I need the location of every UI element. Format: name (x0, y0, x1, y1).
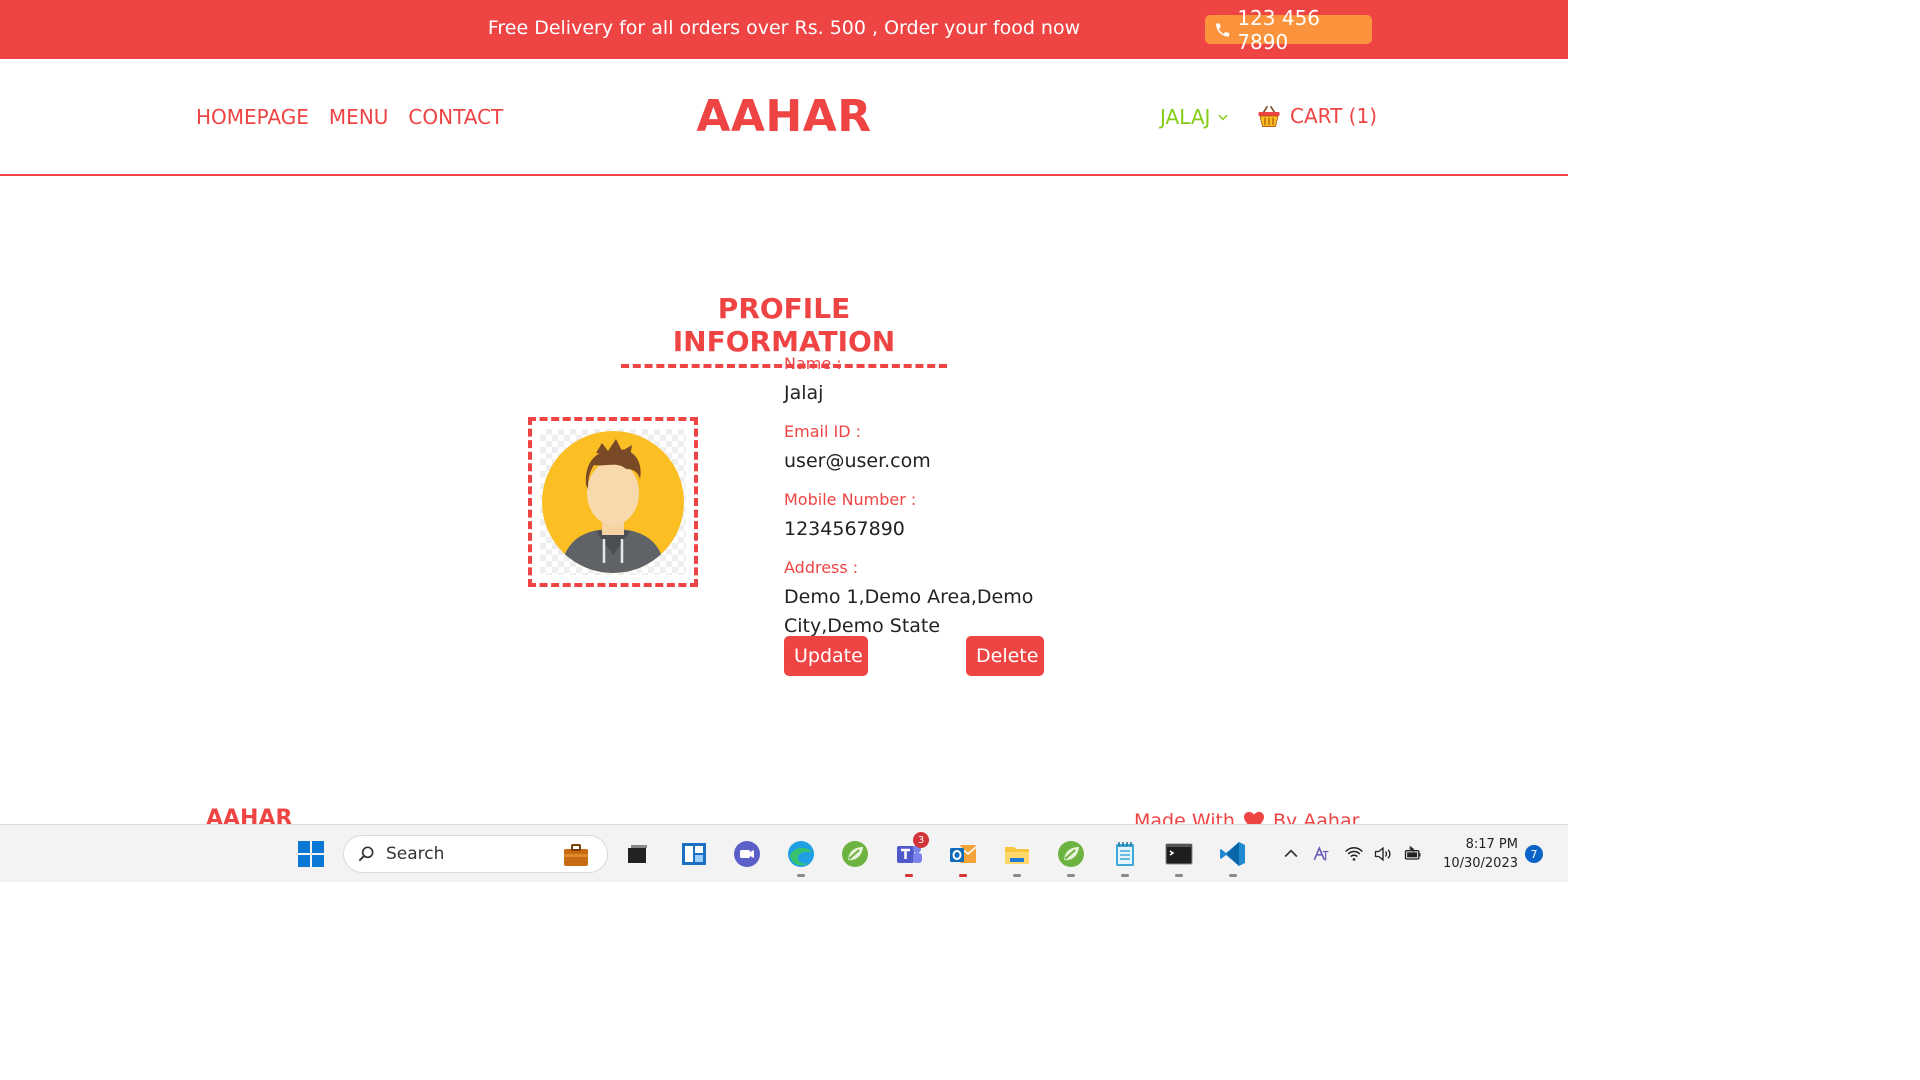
user-name: JALAJ (1160, 105, 1211, 129)
outlook-app[interactable] (946, 837, 980, 877)
wifi-icon (1345, 847, 1363, 861)
vscode-icon (1220, 842, 1245, 866)
folder-icon (1005, 847, 1029, 864)
volume-control[interactable] (1373, 837, 1393, 871)
terminal-icon (1165, 843, 1193, 865)
edge-icon (788, 841, 814, 867)
cart-link[interactable]: CART (1) (1256, 103, 1377, 129)
terminal-app[interactable] (1162, 837, 1196, 877)
spring-leaf-icon (842, 841, 868, 867)
video-chat-icon (734, 841, 760, 867)
site-header: HOMEPAGE MENU CONTACT AAHAR JALAJ CART (… (0, 59, 1568, 176)
taskbar: Search 3 8:17 PM 10/30/2023 7 (0, 824, 1568, 882)
mobile-value: 1234567890 (784, 518, 905, 540)
speaker-icon (1374, 846, 1391, 862)
phone-chip[interactable]: 123 456 7890 (1205, 6, 1372, 54)
taskbar-search[interactable]: Search (343, 835, 608, 873)
running-indicator (797, 874, 805, 877)
running-indicator (905, 874, 913, 877)
meet-app[interactable] (730, 837, 764, 871)
outlook-icon (950, 845, 977, 863)
notepad-icon (1116, 842, 1134, 866)
task-view-icon (628, 845, 647, 863)
delete-button[interactable]: Delete (966, 636, 1044, 676)
mobile-label: Mobile Number : (784, 490, 917, 509)
basket-icon (1258, 105, 1280, 127)
battery-status[interactable] (1403, 837, 1423, 871)
edge-browser[interactable] (784, 837, 818, 877)
spring-tool-app[interactable] (838, 837, 872, 871)
phone-icon (1216, 23, 1230, 36)
start-button[interactable] (294, 837, 328, 871)
show-hidden-icons[interactable] (1281, 837, 1301, 871)
windows-icon (298, 841, 324, 867)
name-value: Jalaj (784, 382, 824, 404)
teams-app[interactable]: 3 (892, 832, 929, 877)
clock-time: 8:17 PM (1465, 837, 1518, 852)
running-indicator (1229, 874, 1237, 877)
address-value: Demo 1,Demo Area,Demo City,Demo State (784, 586, 1034, 637)
chevron-down-icon (1218, 114, 1229, 121)
teams-badge: 3 (913, 832, 929, 848)
running-indicator (1175, 874, 1183, 877)
cart-label: CART (1) (1290, 104, 1377, 128)
clock-date: 10/30/2023 (1443, 856, 1518, 871)
promo-bar: Free Delivery for all orders over Rs. 50… (0, 0, 1568, 59)
address-label: Address : (784, 558, 859, 577)
vscode-app[interactable] (1216, 837, 1250, 877)
name-label: Name : (784, 354, 842, 373)
spring-leaf-icon (1058, 841, 1084, 867)
search-icon (358, 846, 374, 862)
file-explorer-app[interactable] (1000, 837, 1034, 877)
battery-charging-icon (1404, 846, 1421, 860)
running-indicator (1013, 874, 1021, 877)
user-avatar-icon (542, 431, 684, 573)
language-icon (1313, 846, 1329, 861)
user-menu[interactable]: JALAJ (1160, 105, 1230, 129)
avatar (528, 417, 698, 587)
system-clock[interactable]: 8:17 PM 10/30/2023 (1440, 835, 1518, 873)
notepad-app[interactable] (1108, 837, 1142, 877)
wifi-status[interactable] (1344, 837, 1364, 871)
widgets-icon (682, 843, 706, 865)
chevron-up-icon (1284, 849, 1298, 858)
running-indicator (959, 874, 967, 877)
widgets-button[interactable] (677, 837, 711, 871)
update-button[interactable]: Update (784, 636, 868, 676)
search-placeholder: Search (386, 844, 445, 864)
spring-tool-app-2[interactable] (1054, 837, 1088, 877)
email-label: Email ID : (784, 422, 861, 441)
profile-details: Name : Jalaj Email ID : user@user.com Mo… (784, 354, 1124, 655)
running-indicator (1121, 874, 1129, 877)
notification-count[interactable]: 7 (1525, 845, 1543, 863)
language-indicator[interactable] (1311, 837, 1331, 871)
phone-number: 123 456 7890 (1237, 5, 1321, 54)
briefcase-icon (564, 844, 588, 866)
email-value: user@user.com (784, 450, 931, 472)
task-view-button[interactable] (620, 837, 654, 871)
running-indicator (1067, 874, 1075, 877)
